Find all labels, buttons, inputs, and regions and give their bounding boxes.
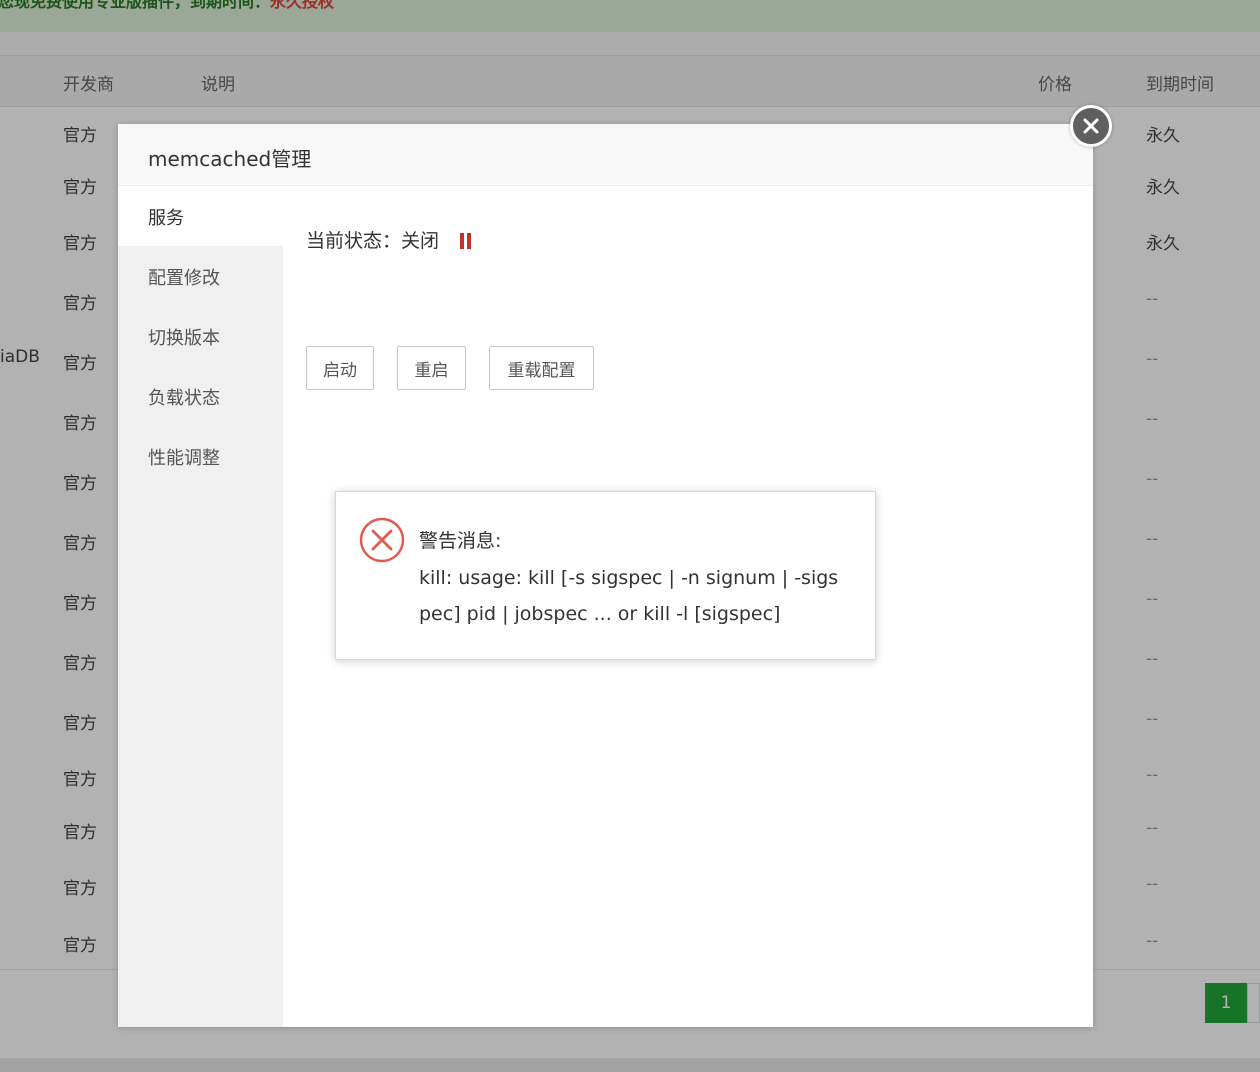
- alert-title: 警告消息:: [419, 530, 502, 552]
- sidebar-item-label: 配置修改: [148, 268, 220, 289]
- sidebar-item-label: 性能调整: [148, 448, 220, 469]
- sidebar-item-config[interactable]: 配置修改: [118, 246, 283, 306]
- error-circle-icon: [359, 517, 405, 563]
- pause-icon: [460, 233, 472, 249]
- sidebar-item-label: 切换版本: [148, 328, 220, 349]
- alert-message: kill: usage: kill [-s sigspec | -n signu…: [419, 567, 839, 625]
- sidebar-item-service[interactable]: 服务: [118, 186, 283, 246]
- close-icon: [1083, 118, 1099, 134]
- dialog-sidebar: 服务 配置修改 切换版本 负载状态 性能调整: [118, 186, 283, 1027]
- sidebar-item-switch-version[interactable]: 切换版本: [118, 306, 283, 366]
- sidebar-item-label: 服务: [148, 208, 184, 229]
- sidebar-item-load-status[interactable]: 负载状态: [118, 366, 283, 426]
- warning-alert: 警告消息: kill: usage: kill [-s sigspec | -n…: [335, 491, 876, 660]
- sidebar-item-label: 负载状态: [148, 388, 220, 409]
- start-button[interactable]: 启动: [306, 346, 374, 390]
- reload-config-button[interactable]: 重载配置: [489, 346, 594, 390]
- dialog-title-bar: memcached管理: [118, 124, 1093, 186]
- service-status-text: 当前状态：关闭: [306, 230, 440, 252]
- restart-button[interactable]: 重启: [397, 346, 466, 390]
- sidebar-item-performance[interactable]: 性能调整: [118, 426, 283, 486]
- close-dialog-button[interactable]: [1070, 105, 1112, 147]
- dialog-title: memcached管理: [148, 147, 312, 171]
